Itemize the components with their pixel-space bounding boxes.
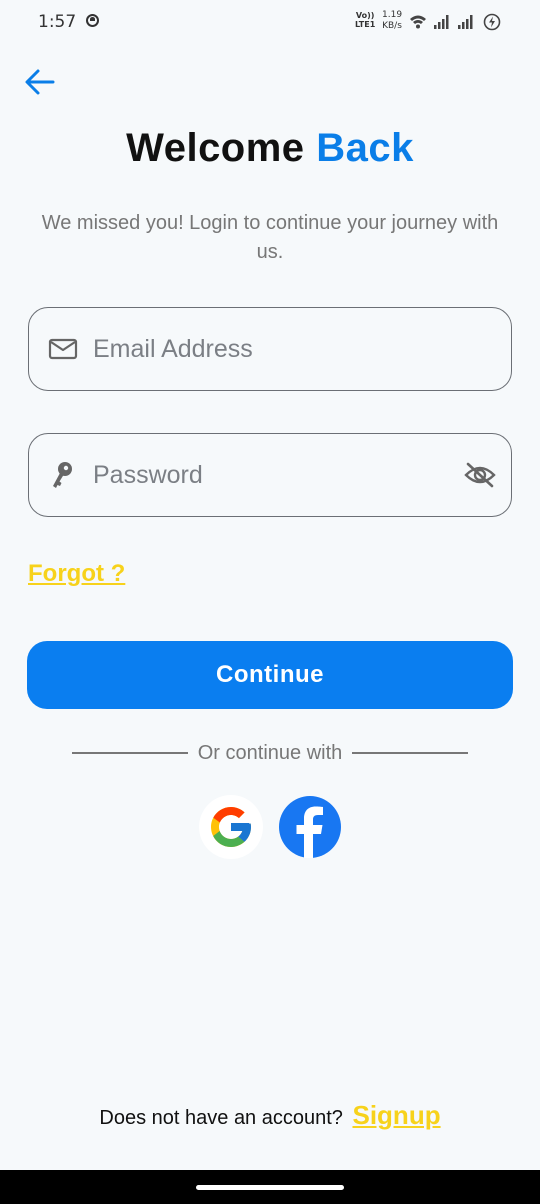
status-bar: 1:57 Vo)) LTE1 1.19 KB/s (0, 0, 540, 44)
volte-bottom: LTE1 (355, 20, 376, 29)
password-input[interactable] (93, 434, 449, 516)
email-field[interactable] (28, 307, 512, 391)
signup-prompt-text: Does not have an account? (99, 1107, 343, 1129)
eye-off-icon[interactable] (449, 461, 511, 489)
title-back: Back (316, 126, 414, 170)
continue-button[interactable]: Continue (27, 641, 513, 709)
social-login-buttons (0, 795, 540, 859)
signup-link[interactable]: Signup (352, 1100, 440, 1130)
volte-top: Vo)) (355, 11, 375, 20)
signal-2-icon (458, 15, 473, 29)
email-input[interactable] (93, 308, 511, 390)
facebook-icon (296, 806, 323, 858)
status-time: 1:57 (38, 12, 77, 32)
divider-line-right (352, 752, 469, 754)
arrow-left-icon (25, 69, 55, 95)
signal-1-icon (434, 15, 449, 29)
signup-prompt: Does not have an account? Signup (0, 1100, 540, 1131)
password-field[interactable] (28, 433, 512, 517)
mail-icon (29, 337, 93, 361)
volte-indicator: Vo)) LTE1 (355, 11, 375, 29)
battery-charging-icon (483, 13, 501, 31)
facebook-login-button[interactable] (279, 796, 341, 858)
network-speed-unit: KB/s (382, 21, 402, 31)
back-button[interactable] (22, 64, 58, 100)
divider-line-left (72, 752, 188, 754)
wifi-icon (410, 15, 426, 29)
google-icon (211, 807, 251, 847)
system-navigation-bar (0, 1170, 540, 1204)
network-speed: 1.19 KB/s (382, 10, 402, 32)
forgot-password-link[interactable]: Forgot ? (28, 560, 125, 588)
notification-icon (86, 14, 99, 27)
system-status-icons (410, 13, 501, 31)
home-gesture-handle[interactable] (196, 1185, 344, 1190)
title-welcome: Welcome (126, 126, 305, 170)
network-speed-value: 1.19 (382, 10, 403, 20)
page-title: Welcome Back (0, 126, 540, 171)
key-icon (29, 460, 93, 490)
divider-text: Or continue with (197, 741, 343, 764)
page-subtitle: We missed you! Login to continue your jo… (41, 212, 499, 263)
google-login-button[interactable] (199, 795, 263, 859)
social-divider: Or continue with (72, 740, 469, 766)
